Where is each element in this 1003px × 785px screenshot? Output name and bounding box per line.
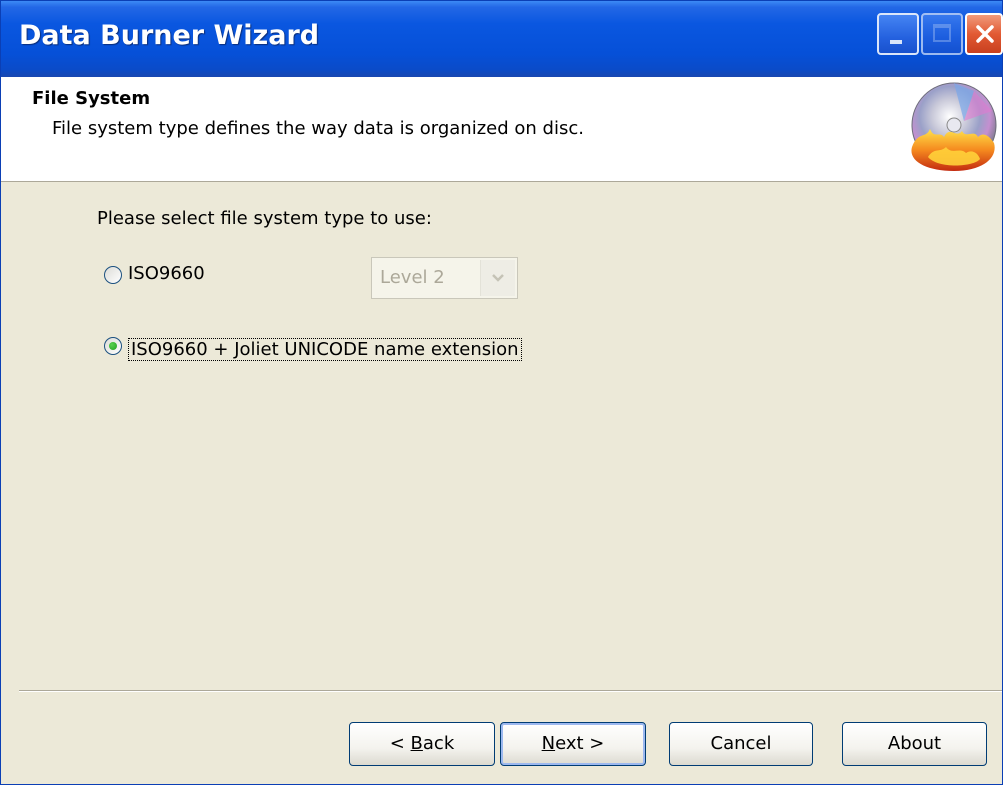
page-subtitle: File system type defines the way data is… <box>52 118 584 139</box>
footer-divider <box>19 690 1002 692</box>
wizard-window: Data Burner Wizard File System File syst… <box>0 0 1003 785</box>
back-accel: B <box>410 733 423 754</box>
cancel-button[interactable]: Cancel <box>669 722 813 766</box>
back-button[interactable]: < Back <box>349 722 495 766</box>
radio-iso9660-joliet[interactable] <box>104 337 122 355</box>
page-title: File System <box>32 88 151 109</box>
radio-iso9660-label[interactable]: ISO9660 <box>128 263 205 284</box>
maximize-button <box>921 13 963 55</box>
radio-iso9660-joliet-label[interactable]: ISO9660 + Joliet UNICODE name extension <box>128 338 522 361</box>
close-button[interactable] <box>965 13 1003 55</box>
back-prefix: < <box>389 733 411 754</box>
file-system-prompt: Please select file system type to use: <box>97 208 432 229</box>
iso-level-select: Level 2 <box>371 257 518 299</box>
iso-level-value: Level 2 <box>380 267 445 288</box>
close-icon <box>976 25 994 43</box>
next-accel: N <box>541 733 556 754</box>
minimize-button[interactable] <box>877 13 919 55</box>
about-button[interactable]: About <box>842 722 987 766</box>
next-rest: ext > <box>555 733 605 754</box>
burning-disc-icon <box>911 82 997 171</box>
next-button[interactable]: Next > <box>500 722 646 766</box>
window-title: Data Burner Wizard <box>19 20 320 51</box>
radio-selected-dot <box>109 342 117 350</box>
radio-iso9660[interactable] <box>104 266 122 284</box>
chevron-down-icon <box>492 274 504 282</box>
dropdown-arrow <box>480 260 515 296</box>
back-rest: ack <box>422 733 455 754</box>
title-bar[interactable]: Data Burner Wizard <box>1 1 1003 77</box>
